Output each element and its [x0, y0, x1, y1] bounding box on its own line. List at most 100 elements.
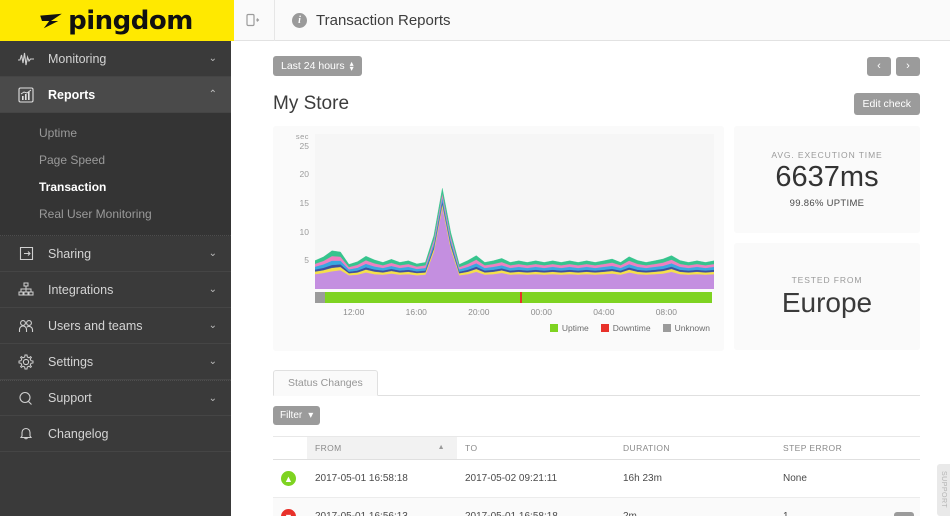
- column-header-status[interactable]: [273, 436, 307, 460]
- sidebar: pingdom Monitoring ⌄ Reports ⌃ Uptime Pa…: [0, 0, 231, 516]
- panels-row: % sec510152025 12:0016:0020:0000:000: [273, 126, 920, 351]
- cell-from: 2017-05-01 16:58:18: [307, 459, 457, 498]
- legend-swatch: [549, 324, 558, 332]
- legend-label: Downtime: [612, 323, 651, 333]
- column-header-from[interactable]: FROM ▲: [307, 436, 457, 460]
- chevron-down-icon: ⌄: [208, 284, 217, 295]
- uptime-bar-uptime-segment: [325, 292, 712, 303]
- uptime-bar-unknown-segment: [315, 292, 325, 303]
- column-header-from-label: FROM: [315, 443, 342, 453]
- filter-label: Filter: [280, 410, 303, 421]
- chevron-down-icon: ⌄: [208, 53, 217, 64]
- table-row[interactable]: ▲ 2017-05-01 16:58:18 2017-05-02 09:21:1…: [273, 459, 920, 498]
- sidebar-item-page-speed[interactable]: Page Speed: [0, 146, 231, 173]
- main-area: i Transaction Reports Last 24 hours ▴ ▾ …: [231, 0, 950, 516]
- column-header-to[interactable]: TO: [457, 436, 615, 460]
- cell-to: 2017-05-02 09:21:11: [457, 459, 615, 498]
- sidebar-subitem-label: Transaction: [39, 179, 107, 194]
- stat-value: 6637ms: [775, 161, 879, 194]
- content-area: Last 24 hours ▴ ▾ ‹ › My Store Edit chec…: [231, 41, 950, 516]
- sidebar-collapse-icon: [245, 13, 259, 27]
- filter-button[interactable]: Filter ▾: [273, 406, 321, 425]
- arrow-down-icon: ▼: [281, 509, 296, 516]
- page-title: My Store: [273, 93, 350, 114]
- users-icon: [16, 316, 36, 336]
- y-axis-tick: 5: [304, 255, 309, 266]
- next-period-button[interactable]: ›: [896, 56, 920, 76]
- sidebar-item-monitoring[interactable]: Monitoring ⌄: [0, 41, 231, 77]
- chevron-down-icon: ⌄: [208, 320, 217, 331]
- stepper-icon: ▴ ▾: [349, 59, 354, 73]
- sidebar-item-label: Monitoring: [48, 51, 107, 66]
- uptime-status-bar[interactable]: [315, 292, 712, 303]
- brand-logo[interactable]: pingdom: [0, 0, 231, 41]
- cell-duration: 2m: [615, 497, 775, 516]
- sidebar-item-label: Sharing: [48, 246, 92, 261]
- page-title-header: Transaction Reports: [316, 11, 451, 29]
- toolbar-row: Last 24 hours ▴ ▾ ‹ ›: [273, 53, 920, 79]
- legend-label: Unknown: [674, 323, 710, 333]
- sidebar-subitem-label: Uptime: [39, 125, 78, 140]
- chevron-down-icon: ⌄: [208, 248, 217, 259]
- wrench-icon[interactable]: ⚒: [894, 512, 914, 516]
- x-axis-tick: 12:00: [343, 307, 365, 317]
- bar-chart-icon: [16, 85, 36, 105]
- chart-x-axis: 12:00 16:00 20:00 00:00 04:00 08:00: [315, 307, 712, 321]
- page-header: i Transaction Reports: [275, 12, 451, 29]
- sidebar-item-reports[interactable]: Reports ⌃: [0, 77, 231, 113]
- pulse-icon: [16, 49, 36, 69]
- edit-check-button[interactable]: Edit check: [853, 93, 920, 115]
- sidebar-item-users-and-teams[interactable]: Users and teams ⌄: [0, 308, 231, 344]
- legend-item: Uptime: [549, 323, 589, 333]
- uptime-bar-downtime-marker: [520, 292, 523, 303]
- sidebar-item-real-user-monitoring[interactable]: Real User Monitoring: [0, 200, 231, 227]
- chart-wrapper: sec 5 10 15 20 25: [281, 132, 718, 289]
- chart-legend: Uptime Downtime Unknown: [279, 323, 718, 333]
- sidebar-collapse-button[interactable]: [231, 0, 275, 41]
- sidebar-item-transaction[interactable]: Transaction: [0, 173, 231, 200]
- cell-to: 2017-05-01 16:58:18: [457, 497, 615, 516]
- stats-column: AVG. EXECUTION TIME 6637ms 99.86% UPTIME…: [734, 126, 920, 351]
- chevron-down-icon: ▾: [308, 410, 314, 421]
- response-time-chart-card: % sec510152025 12:0016:0020:0000:000: [273, 126, 724, 351]
- sidebar-item-integrations[interactable]: Integrations ⌄: [0, 272, 231, 308]
- legend-item: Downtime: [600, 323, 651, 333]
- chevron-down-icon: ⌄: [208, 392, 217, 404]
- tab-status-changes[interactable]: Status Changes: [273, 370, 378, 396]
- sidebar-item-settings[interactable]: Settings ⌄: [0, 344, 231, 380]
- sidebar-item-label: Users and teams: [48, 318, 143, 333]
- status-changes-table: FROM ▲ TO DURATION STEP ERROR ▲ 2017-05-…: [273, 436, 920, 516]
- title-row: My Store Edit check: [273, 93, 920, 115]
- x-axis-tick: 16:00: [405, 307, 427, 317]
- info-icon[interactable]: i: [292, 12, 307, 28]
- stat-label: AVG. EXECUTION TIME: [771, 150, 883, 161]
- sidebar-subitem-label: Real User Monitoring: [39, 206, 152, 221]
- hierarchy-icon: [16, 280, 36, 300]
- table-row[interactable]: ▼ 2017-05-01 16:56:13 2017-05-01 16:58:1…: [273, 497, 920, 516]
- sidebar-subnav-reports: Uptime Page Speed Transaction Real User …: [0, 113, 231, 236]
- support-tab[interactable]: SUPPORT: [937, 464, 950, 516]
- column-header-duration[interactable]: DURATION: [615, 436, 775, 460]
- sidebar-item-changelog[interactable]: Changelog: [0, 416, 231, 452]
- time-range-selector[interactable]: Last 24 hours ▴ ▾: [273, 56, 362, 76]
- sidebar-item-label: Changelog: [48, 426, 109, 441]
- cell-from: 2017-05-01 16:56:13: [307, 497, 457, 516]
- column-header-step-error[interactable]: STEP ERROR: [775, 436, 920, 460]
- tab-bar: Status Changes: [273, 370, 920, 396]
- legend-item: Unknown: [662, 323, 710, 333]
- sidebar-item-label: Settings: [48, 354, 94, 369]
- sidebar-item-uptime[interactable]: Uptime: [0, 119, 231, 146]
- top-bar: i Transaction Reports: [231, 0, 950, 41]
- sidebar-item-sharing[interactable]: Sharing ⌄: [0, 236, 231, 272]
- pingdom-bird-icon: [40, 13, 62, 28]
- gear-icon: [16, 352, 36, 372]
- prev-period-button[interactable]: ‹: [867, 56, 891, 76]
- status-changes-section: Status Changes Filter ▾ FROM ▲ TO DURATI…: [273, 370, 920, 516]
- chart-plot-area[interactable]: [315, 134, 714, 289]
- share-export-icon: [16, 244, 36, 264]
- y-axis-tick: 15: [299, 197, 309, 208]
- sidebar-item-support[interactable]: Support ⌄: [0, 380, 231, 416]
- y-axis-tick: 10: [299, 226, 309, 237]
- cell-duration: 16h 23m: [615, 459, 775, 498]
- period-navigation: ‹ ›: [867, 56, 920, 76]
